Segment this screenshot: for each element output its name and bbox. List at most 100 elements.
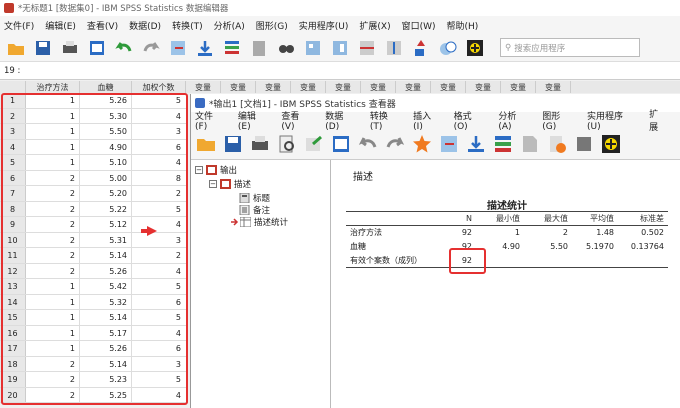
outline-notes-node[interactable]: 备注 [239, 204, 270, 216]
column-header[interactable]: 加权个数 [132, 81, 186, 93]
menu-extensions[interactable]: 扩展(X) [359, 19, 390, 32]
menu-analyze[interactable]: 分析(A) [214, 19, 245, 32]
viewer-menu-file[interactable]: 文件(F) [195, 109, 225, 132]
column-header-row: 治疗方法 血糖 加权个数 变量 变量 变量 变量 变量 变量 变量 变量 变量 … [0, 81, 680, 93]
use-sets-icon[interactable] [600, 133, 622, 155]
outline-descriptives-node[interactable]: − 描述 [209, 178, 251, 190]
insert-cases-icon[interactable] [303, 38, 323, 58]
dialog-recall-icon[interactable] [330, 133, 352, 155]
goto-case-icon[interactable] [438, 133, 460, 155]
outline-notes-label: 备注 [253, 206, 271, 216]
goto-variable-icon[interactable] [195, 38, 215, 58]
column-header[interactable]: 变量 [326, 81, 361, 93]
column-header[interactable]: 变量 [186, 81, 221, 93]
run-descriptives-icon[interactable] [249, 38, 269, 58]
column-header[interactable]: 变量 [361, 81, 396, 93]
redo-icon[interactable] [141, 38, 161, 58]
window-title: *无标题1 [数据集0] - IBM SPSS Statistics 数据编辑器 [18, 4, 229, 14]
goto-case-icon[interactable] [168, 38, 188, 58]
outline-title-node[interactable]: 标题 [239, 192, 270, 204]
cell-mean: 5.1970 [586, 242, 614, 251]
promote-icon[interactable] [573, 133, 595, 155]
menu-utilities[interactable]: 实用程序(U) [299, 19, 349, 32]
viewer-menu-transform[interactable]: 转换(T) [370, 109, 400, 132]
print-preview-icon[interactable] [276, 133, 298, 155]
viewer-menu-extensions[interactable]: 扩展 [649, 107, 667, 133]
column-header[interactable]: 治疗方法 [26, 81, 80, 93]
column-header[interactable]: 变量 [396, 81, 431, 93]
column-header[interactable]: 变量 [221, 81, 256, 93]
header-cell [346, 211, 448, 226]
split-file-icon[interactable] [357, 38, 377, 58]
viewer-menu-edit[interactable]: 编辑(E) [238, 109, 268, 132]
cell-max [524, 254, 572, 268]
viewer-menu-graphs[interactable]: 图形(G) [542, 109, 574, 132]
row-label: 治疗方法 [350, 228, 382, 238]
descriptive-stats-table: N 最小值 最大值 平均值 标准差 治疗方法 92 1 2 1.48 0.502… [346, 211, 668, 268]
use-sets-icon[interactable] [465, 38, 485, 58]
menu-data[interactable]: 数据(D) [129, 19, 161, 32]
menu-window[interactable]: 窗口(W) [402, 19, 436, 32]
save-icon[interactable] [33, 38, 53, 58]
column-header[interactable]: 变量 [466, 81, 501, 93]
output-viewer-window: *输出1 [文档1] - IBM SPSS Statistics 查看器 文件(… [190, 94, 680, 408]
header-cell: 最小值 [476, 211, 524, 226]
column-header[interactable]: 变量 [431, 81, 466, 93]
column-header[interactable]: 变量 [536, 81, 571, 93]
dialog-recall-icon[interactable] [87, 38, 107, 58]
insert-variable-icon[interactable] [330, 38, 350, 58]
search-placeholder: 搜索应用程序 [514, 43, 566, 54]
viewer-menu-data[interactable]: 数据(D) [325, 109, 357, 132]
find-icon[interactable] [276, 38, 296, 58]
menu-transform[interactable]: 转换(T) [172, 19, 203, 32]
save-icon[interactable] [222, 133, 244, 155]
cell-reference[interactable]: 19 : [0, 62, 680, 80]
redo-icon[interactable] [384, 133, 406, 155]
select-cases-icon[interactable] [411, 38, 431, 58]
column-header[interactable]: 变量 [256, 81, 291, 93]
menu-help[interactable]: 帮助(H) [447, 19, 479, 32]
export-icon[interactable] [303, 133, 325, 155]
variables-icon[interactable] [222, 38, 242, 58]
goto-data-icon[interactable] [411, 133, 433, 155]
cell-n: 92 [461, 228, 472, 238]
variables-icon[interactable] [492, 133, 514, 155]
highlight-data-box [1, 93, 188, 405]
column-header[interactable]: 血糖 [80, 81, 132, 93]
cell-mean [572, 254, 618, 268]
goto-variable-icon[interactable] [465, 133, 487, 155]
menu-edit[interactable]: 编辑(E) [45, 19, 76, 32]
weight-cases-icon[interactable] [384, 38, 404, 58]
menu-view[interactable]: 查看(V) [87, 19, 118, 32]
value-labels-icon[interactable] [438, 38, 458, 58]
output-outline-pane: − 输出 − 描述 标题 备注 描述统计 [191, 160, 331, 408]
title-icon [239, 193, 250, 203]
search-input[interactable]: ⚲ 搜索应用程序 [500, 38, 640, 57]
viewer-menu-analyze[interactable]: 分析(A) [498, 109, 529, 132]
undo-icon[interactable] [357, 133, 379, 155]
viewer-app-icon [195, 98, 205, 108]
open-folder-icon[interactable] [6, 38, 26, 58]
viewer-menu-utilities[interactable]: 实用程序(U) [587, 109, 636, 132]
undo-icon[interactable] [114, 38, 134, 58]
show-all-icon[interactable] [519, 133, 541, 155]
viewer-menu-view[interactable]: 查看(V) [281, 109, 312, 132]
viewer-menu-format[interactable]: 格式(O) [454, 109, 486, 132]
table-header-row: N 最小值 最大值 平均值 标准差 [346, 211, 668, 226]
column-header[interactable]: 变量 [501, 81, 536, 93]
menu-graphs[interactable]: 图形(G) [256, 19, 288, 32]
open-folder-icon[interactable] [195, 133, 217, 155]
viewer-menu-insert[interactable]: 插入(I) [413, 109, 440, 132]
output-book-icon [206, 165, 217, 175]
print-icon[interactable] [249, 133, 271, 155]
column-header[interactable]: 变量 [291, 81, 326, 93]
outline-stats-node[interactable]: 描述统计 [231, 216, 288, 228]
designate-window-icon[interactable] [546, 133, 568, 155]
collapse-icon[interactable]: − [195, 166, 203, 174]
collapse-icon[interactable]: − [209, 180, 217, 188]
red-arrow-icon [147, 226, 157, 236]
menu-file[interactable]: 文件(F) [4, 19, 34, 32]
table-row: 治疗方法 92 1 2 1.48 0.502 [346, 226, 668, 240]
outline-output-node[interactable]: − 输出 [195, 164, 237, 176]
print-icon[interactable] [60, 38, 80, 58]
